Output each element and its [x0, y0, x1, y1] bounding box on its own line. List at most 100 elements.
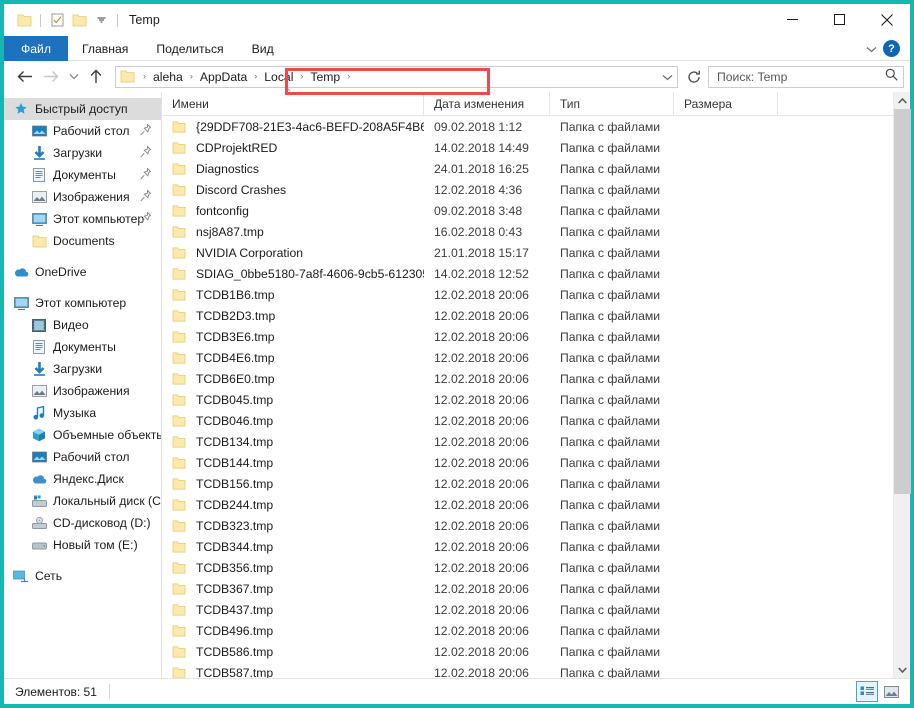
refresh-button[interactable] [683, 66, 705, 88]
table-row[interactable]: TCDB356.tmp 12.02.2018 20:06 Папка с файла… [162, 557, 893, 578]
table-row[interactable]: CDProjektRED 14.02.2018 14:49 Папка с файл… [162, 137, 893, 158]
table-row[interactable]: TCDB1B6.tmp 12.02.2018 20:06 Папка с файла… [162, 284, 893, 305]
scrollbar-track[interactable] [893, 109, 911, 661]
pin-icon[interactable] [140, 211, 152, 227]
sidebar-item-downloads[interactable]: Загрузки [4, 142, 161, 164]
table-row[interactable]: TCDB367.tmp 12.02.2018 20:06 Папка с файла… [162, 578, 893, 599]
column-header-type[interactable]: Тип [550, 91, 674, 116]
file-name-cell[interactable]: TCDB356.tmp [162, 561, 424, 575]
table-row[interactable]: TCDB156.tmp 12.02.2018 20:06 Папка с файла… [162, 473, 893, 494]
table-row[interactable]: SDIAG_0bbe5180-7a8f-4606-9cb5-612305... 1… [162, 263, 893, 284]
sidebar-item-desktop-pc[interactable]: Рабочий стол [4, 446, 161, 468]
sidebar-item-onedrive[interactable]: OneDrive [4, 261, 161, 283]
large-icons-view-icon[interactable] [880, 681, 902, 702]
tab-home[interactable]: Главная [68, 36, 142, 61]
file-rows-container[interactable]: {29DDF708-21E3-4ac6-BEFD-208A5F4B6B... 09… [162, 116, 893, 678]
sidebar-item-desktop[interactable]: Рабочий стол [4, 120, 161, 142]
table-row[interactable]: TCDB045.tmp 12.02.2018 20:06 Папка с файла… [162, 389, 893, 410]
file-name-cell[interactable]: TCDB437.tmp [162, 603, 424, 617]
scrollbar-thumb[interactable] [893, 109, 911, 494]
file-name-cell[interactable]: TCDB144.tmp [162, 456, 424, 470]
details-view-icon[interactable] [856, 681, 878, 702]
new-folder-icon[interactable] [68, 9, 90, 31]
sidebar-item-pictures-pc[interactable]: Изображения [4, 380, 161, 402]
file-name-cell[interactable]: TCDB2D3.tmp [162, 309, 424, 323]
file-name-cell[interactable]: Discord Crashes [162, 183, 424, 197]
file-name-cell[interactable]: nsj8A87.tmp [162, 225, 424, 239]
sidebar-item-this-pc[interactable]: Этот компьютер [4, 292, 161, 314]
file-name-cell[interactable]: TCDB134.tmp [162, 435, 424, 449]
chevron-down-icon[interactable] [866, 40, 877, 58]
properties-icon[interactable] [46, 9, 68, 31]
sidebar-item-network[interactable]: Сеть [4, 565, 161, 587]
breadcrumb[interactable]: › aleha › AppData › Local › Temp › [115, 65, 678, 95]
sidebar-item-music[interactable]: Музыка [4, 402, 161, 424]
file-name-cell[interactable]: TCDB3E6.tmp [162, 330, 424, 344]
search-input[interactable]: Поиск: Temp [708, 65, 904, 88]
file-name-cell[interactable]: TCDB4E6.tmp [162, 351, 424, 365]
tab-share[interactable]: Поделиться [142, 36, 237, 61]
sidebar-item-quick-access[interactable]: Быстрый доступ [4, 98, 161, 120]
table-row[interactable]: TCDB496.tmp 12.02.2018 20:06 Папка с файла… [162, 620, 893, 641]
minimize-button[interactable] [769, 4, 816, 35]
table-row[interactable]: {29DDF708-21E3-4ac6-BEFD-208A5F4B6B... 09… [162, 116, 893, 137]
tab-file[interactable]: Файл [4, 36, 68, 61]
table-row[interactable]: TCDB3E6.tmp 12.02.2018 20:06 Папка с файла… [162, 326, 893, 347]
pin-icon[interactable] [140, 123, 152, 139]
sidebar-item-documents-pc[interactable]: Документы [4, 336, 161, 358]
file-name-cell[interactable]: TCDB244.tmp [162, 498, 424, 512]
file-name-cell[interactable]: CDProjektRED [162, 141, 424, 155]
table-row[interactable]: TCDB4E6.tmp 12.02.2018 20:06 Папка с файла… [162, 347, 893, 368]
sidebar-item-videos[interactable]: Видео [4, 314, 161, 336]
sidebar-item-documents-folder[interactable]: Documents [4, 230, 161, 252]
pin-icon[interactable] [140, 189, 152, 205]
sidebar-item-new-volume-e[interactable]: Новый том (E:) [4, 534, 161, 556]
file-name-cell[interactable]: SDIAG_0bbe5180-7a8f-4606-9cb5-612305... [162, 267, 424, 281]
breadcrumb-item-temp[interactable]: Temp [307, 70, 343, 84]
sidebar-item-3d-objects[interactable]: Объемные объекты [4, 424, 161, 446]
file-name-cell[interactable]: TCDB046.tmp [162, 414, 424, 428]
table-row[interactable]: NVIDIA Corporation 21.01.2018 15:17 Папка … [162, 242, 893, 263]
table-row[interactable]: fontconfig 09.02.2018 3:48 Папка с файлами [162, 200, 893, 221]
breadcrumb-item-user[interactable]: aleha [150, 70, 186, 84]
table-row[interactable]: TCDB046.tmp 12.02.2018 20:06 Папка с файла… [162, 410, 893, 431]
table-row[interactable]: TCDB587.tmp 12.02.2018 20:06 Папка с файла… [162, 662, 893, 678]
sidebar-item-local-disk-c[interactable]: Локальный диск (C:) [4, 490, 161, 512]
table-row[interactable]: TCDB244.tmp 12.02.2018 20:06 Папка с файла… [162, 494, 893, 515]
breadcrumb-separator[interactable]: › [343, 72, 354, 81]
sidebar-item-this-pc-quick[interactable]: Этот компьютер [4, 208, 161, 230]
table-row[interactable]: nsj8A87.tmp 16.02.2018 0:43 Папка с файлам… [162, 221, 893, 242]
file-name-cell[interactable]: TCDB156.tmp [162, 477, 424, 491]
file-name-cell[interactable]: Diagnostics [162, 162, 424, 176]
file-name-cell[interactable]: TCDB344.tmp [162, 540, 424, 554]
column-header-size[interactable]: Размера [674, 91, 778, 116]
pin-icon[interactable] [140, 145, 152, 161]
vertical-scrollbar[interactable] [893, 92, 911, 678]
back-button[interactable] [12, 64, 38, 90]
file-name-cell[interactable]: fontconfig [162, 204, 424, 218]
tab-view[interactable]: Вид [238, 36, 288, 61]
breadcrumb-separator[interactable]: › [296, 72, 307, 81]
folder-icon[interactable] [13, 9, 35, 31]
close-button[interactable] [863, 4, 910, 35]
file-name-cell[interactable]: TCDB323.tmp [162, 519, 424, 533]
breadcrumb-separator[interactable]: › [186, 72, 197, 81]
table-row[interactable]: TCDB586.tmp 12.02.2018 20:06 Папка с файла… [162, 641, 893, 662]
file-name-cell[interactable]: TCDB6E0.tmp [162, 372, 424, 386]
table-row[interactable]: TCDB144.tmp 12.02.2018 20:06 Папка с файла… [162, 452, 893, 473]
file-name-cell[interactable]: TCDB586.tmp [162, 645, 424, 659]
file-name-cell[interactable]: {29DDF708-21E3-4ac6-BEFD-208A5F4B6B... [162, 120, 424, 134]
table-row[interactable]: TCDB134.tmp 12.02.2018 20:06 Папка с файла… [162, 431, 893, 452]
file-name-cell[interactable]: TCDB587.tmp [162, 666, 424, 678]
chevron-down-icon[interactable] [90, 9, 112, 31]
table-row[interactable]: TCDB344.tmp 12.02.2018 20:06 Папка с файла… [162, 536, 893, 557]
sidebar-item-yandex-disk[interactable]: Яндекс.Диск [4, 468, 161, 490]
file-name-cell[interactable]: TCDB367.tmp [162, 582, 424, 596]
table-row[interactable]: TCDB6E0.tmp 12.02.2018 20:06 Папка с файла… [162, 368, 893, 389]
sidebar-item-cd-drive-d[interactable]: CD-дисковод (D:) [4, 512, 161, 534]
column-header-date-modified[interactable]: Дата изменения [424, 91, 550, 116]
file-name-cell[interactable]: TCDB045.tmp [162, 393, 424, 407]
recent-locations-button[interactable] [64, 64, 83, 90]
pin-icon[interactable] [140, 167, 152, 183]
help-button[interactable]: ? [883, 40, 900, 57]
